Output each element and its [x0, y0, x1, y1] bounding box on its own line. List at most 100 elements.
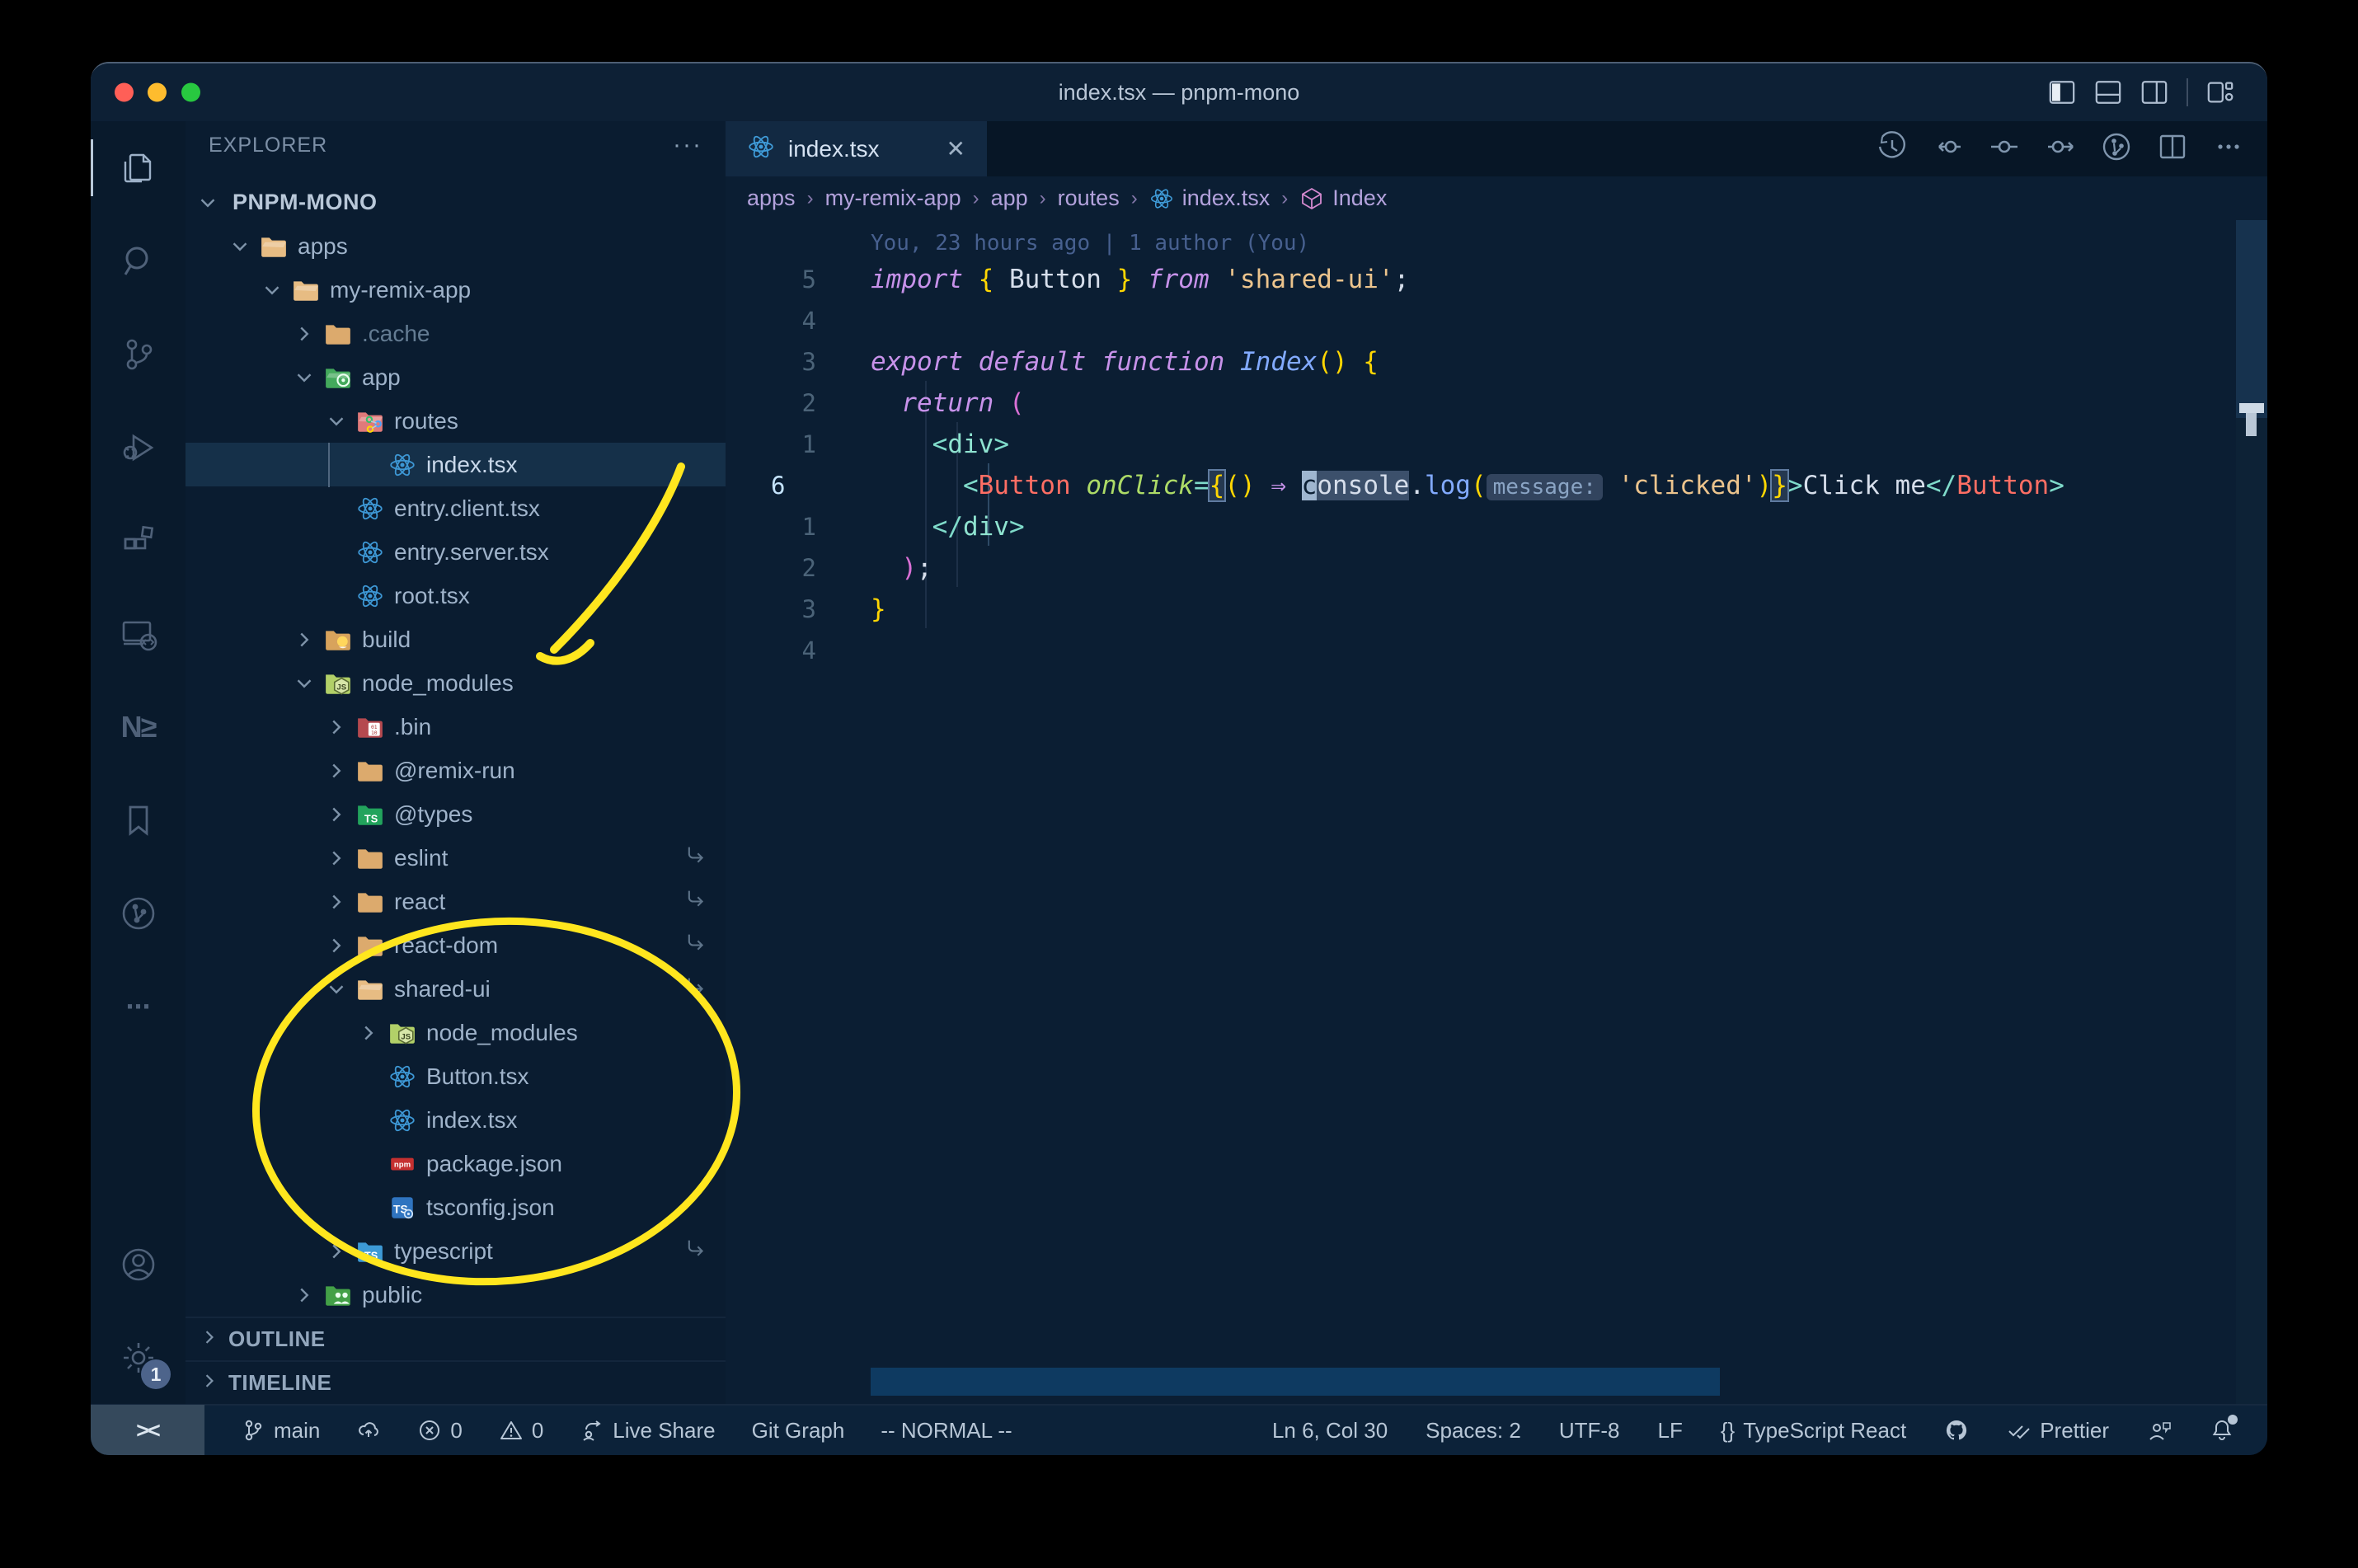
toggle-primary-sidebar-icon[interactable] [2048, 78, 2076, 106]
tree-item-shared-ui[interactable]: shared-ui [186, 967, 726, 1011]
status-item-github[interactable] [1944, 1418, 1969, 1443]
breadcrumb-separator: › [972, 186, 979, 209]
tree-item-apps[interactable]: apps [186, 224, 726, 268]
more-actions-icon[interactable] [2211, 129, 2246, 168]
code-editor[interactable]: You, 23 hours ago | 1 author (You) 5 impo… [726, 220, 2267, 1404]
vertical-scrollbar-thumb[interactable] [2236, 220, 2267, 418]
react-icon [388, 451, 421, 479]
tree-item-app[interactable]: app [186, 355, 726, 399]
tree-item-eslint[interactable]: eslint [186, 836, 726, 880]
tree-item--cache[interactable]: .cache [186, 312, 726, 355]
breadcrumb-item-apps[interactable]: apps [747, 185, 796, 211]
gitlens-commit-icon[interactable] [1987, 129, 2022, 168]
status-item-formatter[interactable]: Prettier [2007, 1418, 2109, 1444]
code-line: 3 export default function Index() { [726, 341, 2267, 383]
tree-item-build[interactable]: build [186, 617, 726, 661]
folder-types-icon: TS [356, 800, 389, 829]
tree-item-entry-server-tsx[interactable]: entry.server.tsx [186, 530, 726, 574]
tree-item-routes[interactable]: routes [186, 399, 726, 443]
activity-bar-item-more[interactable]: ··· [91, 960, 186, 1053]
activity-bar-item-search[interactable] [91, 214, 186, 307]
git-graph-icon[interactable] [2099, 129, 2134, 168]
tree-item-label: .cache [362, 320, 430, 346]
tree-item--bin[interactable]: 01 10 .bin [186, 705, 726, 749]
timeline-section-header[interactable]: TIMELINE [186, 1360, 726, 1404]
breadcrumb-item-index.tsx[interactable]: index.tsx [1149, 185, 1270, 211]
vertical-scrollbar[interactable] [2236, 220, 2267, 1404]
outline-label: OUTLINE [228, 1326, 326, 1351]
react-icon [356, 582, 389, 610]
status-item-branch[interactable]: main [241, 1418, 320, 1444]
activity-bar-item-settings[interactable]: 1 [91, 1311, 186, 1404]
split-editor-icon[interactable] [2155, 129, 2190, 168]
tab-index-tsx[interactable]: index.tsx ✕ [726, 121, 987, 176]
customize-layout-icon[interactable] [2206, 78, 2234, 106]
tree-item--types[interactable]: TS @types [186, 792, 726, 836]
tree-item-react-dom[interactable]: react-dom [186, 923, 726, 967]
tree-item-label: my-remix-app [330, 276, 472, 303]
chevron-right-icon [205, 1331, 214, 1344]
close-tab-icon[interactable]: ✕ [946, 135, 965, 162]
folder-tan-icon [356, 932, 389, 960]
tree-item-node-modules[interactable]: JS node_modules [186, 1011, 726, 1054]
activity-bar-item-nx-console[interactable]: N≥ [91, 680, 186, 773]
tree-item-root-tsx[interactable]: root.tsx [186, 574, 726, 617]
status-item-sync[interactable] [356, 1418, 381, 1443]
tree-item-index-tsx[interactable]: index.tsx [186, 1098, 726, 1142]
status-item-git-graph[interactable]: Git Graph [752, 1418, 845, 1444]
tree-item-label: node_modules [362, 669, 514, 696]
outline-section-header[interactable]: OUTLINE [186, 1317, 726, 1360]
status-item-vim-mode[interactable]: -- NORMAL -- [881, 1418, 1012, 1444]
search-icon [124, 246, 148, 275]
activity-bar-item-git-graph[interactable] [91, 866, 186, 960]
status-item-errors[interactable]: 0 [417, 1418, 463, 1444]
toggle-panel-icon[interactable] [2094, 78, 2122, 106]
tree-item-package-json[interactable]: npm package.json [186, 1142, 726, 1185]
activity-bar-item-run-debug[interactable] [91, 401, 186, 494]
code-line: 5 import { Button } from 'shared-ui'; [726, 259, 2267, 300]
explorer-more-actions-icon[interactable]: ··· [673, 131, 702, 159]
bookmarks-icon [129, 805, 148, 836]
toggle-secondary-sidebar-icon[interactable] [2140, 78, 2168, 106]
tree-item-tsconfig-json[interactable]: TS tsconfig.json [186, 1185, 726, 1229]
tree-item-index-tsx[interactable]: index.tsx [186, 443, 726, 486]
status-item-feedback[interactable] [2147, 1418, 2172, 1443]
breadcrumb-item-routes[interactable]: routes [1058, 185, 1120, 211]
tree-item-Button-tsx[interactable]: Button.tsx [186, 1054, 726, 1098]
gitlens-forward-icon[interactable] [2043, 129, 2078, 168]
activity-bar-item-explorer[interactable] [91, 121, 186, 214]
activity-bar-item-bookmarks[interactable] [91, 773, 186, 866]
status-item-eol[interactable]: LF [1657, 1418, 1682, 1444]
tree-item-node-modules[interactable]: JS node_modules [186, 661, 726, 705]
react-icon [356, 495, 389, 523]
status-item-encoding[interactable]: UTF-8 [1559, 1418, 1620, 1444]
status-item-cursor-position[interactable]: Ln 6, Col 30 [1272, 1418, 1388, 1444]
horizontal-scrollbar-thumb[interactable] [871, 1368, 1720, 1396]
status-item-language-mode[interactable]: {} TypeScript React [1721, 1418, 1906, 1444]
tree-item-entry-client-tsx[interactable]: entry.client.tsx [186, 486, 726, 530]
breadcrumb-item-app[interactable]: app [991, 185, 1028, 211]
activity-bar-item-source-control[interactable] [91, 307, 186, 401]
status-item-live-share[interactable]: Live Share [580, 1418, 716, 1444]
remote-indicator[interactable]: >< [91, 1405, 204, 1455]
status-item-warnings[interactable]: 0 [499, 1418, 543, 1444]
line-number: 1 [801, 430, 816, 458]
tree-item-public[interactable]: public [186, 1273, 726, 1317]
breadcrumb-item-my-remix-app[interactable]: my-remix-app [825, 185, 961, 211]
activity-bar-item-remote-explorer[interactable] [91, 587, 186, 680]
gitlens-back-icon[interactable] [1931, 129, 1966, 168]
status-label: Spaces: 2 [1426, 1417, 1521, 1443]
tree-item-typescript[interactable]: TS typescript [186, 1229, 726, 1273]
status-item-notifications[interactable] [2210, 1415, 2238, 1443]
status-item-indentation[interactable]: Spaces: 2 [1426, 1418, 1521, 1444]
timeline-icon[interactable] [1875, 129, 1909, 168]
activity-bar-item-accounts[interactable] [91, 1218, 186, 1311]
tree-item-my-remix-app[interactable]: my-remix-app [186, 268, 726, 312]
tree-item-react[interactable]: react [186, 880, 726, 923]
tree-item--remix-run[interactable]: @remix-run [186, 749, 726, 792]
activity-bar-item-extensions[interactable] [91, 494, 186, 587]
tree-item-PNPM-MONO[interactable]: PNPM-MONO [186, 181, 726, 224]
breadcrumb-item-Index[interactable]: Index [1299, 185, 1387, 211]
